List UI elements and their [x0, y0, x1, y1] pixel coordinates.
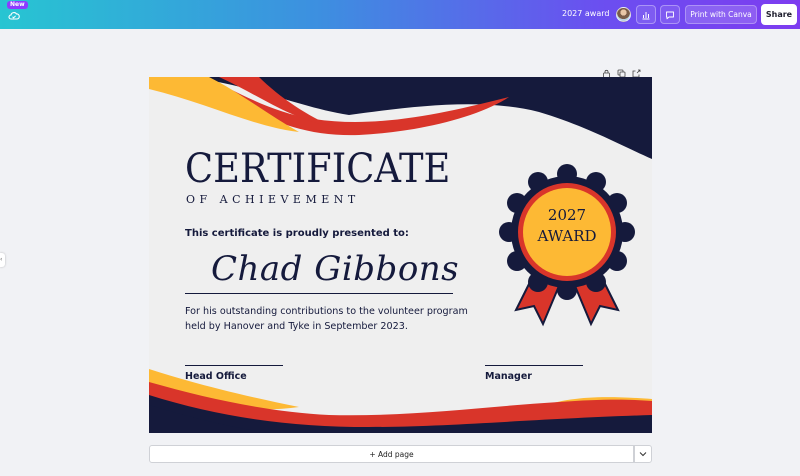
- certificate-title[interactable]: CERTIFICATE: [185, 147, 450, 191]
- new-badge: New: [7, 1, 28, 9]
- signature-line-left: [185, 365, 283, 366]
- signature-label-head-office[interactable]: Head Office: [185, 371, 247, 382]
- presented-to-text[interactable]: This certificate is proudly presented to…: [185, 228, 409, 239]
- comments-button[interactable]: [660, 5, 680, 24]
- award-badge[interactable]: 2027 AWARD: [498, 162, 636, 332]
- page-actions: [602, 63, 641, 78]
- duplicate-page-icon[interactable]: [617, 63, 626, 78]
- recipient-name[interactable]: Chad Gibbons: [211, 249, 459, 289]
- print-with-canva-button[interactable]: Print with Canva: [685, 5, 757, 24]
- name-underline: [185, 293, 453, 294]
- insights-button[interactable]: [636, 5, 656, 24]
- award-rosette-icon: [499, 164, 635, 327]
- user-avatar[interactable]: [616, 7, 631, 22]
- certificate-body-text[interactable]: For his outstanding contributions to the…: [185, 304, 485, 334]
- badge-word: AWARD: [537, 227, 597, 245]
- certificate-subtitle[interactable]: OF ACHIEVEMENT: [186, 193, 360, 206]
- chevron-left-icon: ‹: [0, 256, 3, 263]
- badge-year: 2027: [547, 206, 587, 224]
- cloud-sync-icon[interactable]: [8, 10, 20, 22]
- document-title[interactable]: 2027 award: [562, 9, 609, 18]
- share-button[interactable]: Share: [761, 4, 797, 25]
- top-toolbar: New 2027 award Print with Canva Share: [0, 0, 800, 29]
- lock-icon[interactable]: [602, 63, 611, 78]
- bar-chart-icon: [642, 11, 650, 19]
- signature-label-manager[interactable]: Manager: [485, 371, 532, 382]
- chevron-down-icon: [639, 452, 647, 457]
- signature-line-right: [485, 365, 583, 366]
- add-page-icon[interactable]: [632, 63, 641, 78]
- side-panel-toggle[interactable]: ‹: [0, 253, 5, 267]
- comment-icon: [666, 11, 674, 19]
- add-page-button[interactable]: + Add page: [149, 445, 634, 463]
- add-page-dropdown[interactable]: [634, 445, 652, 463]
- certificate-canvas[interactable]: CERTIFICATE OF ACHIEVEMENT This certific…: [149, 77, 652, 433]
